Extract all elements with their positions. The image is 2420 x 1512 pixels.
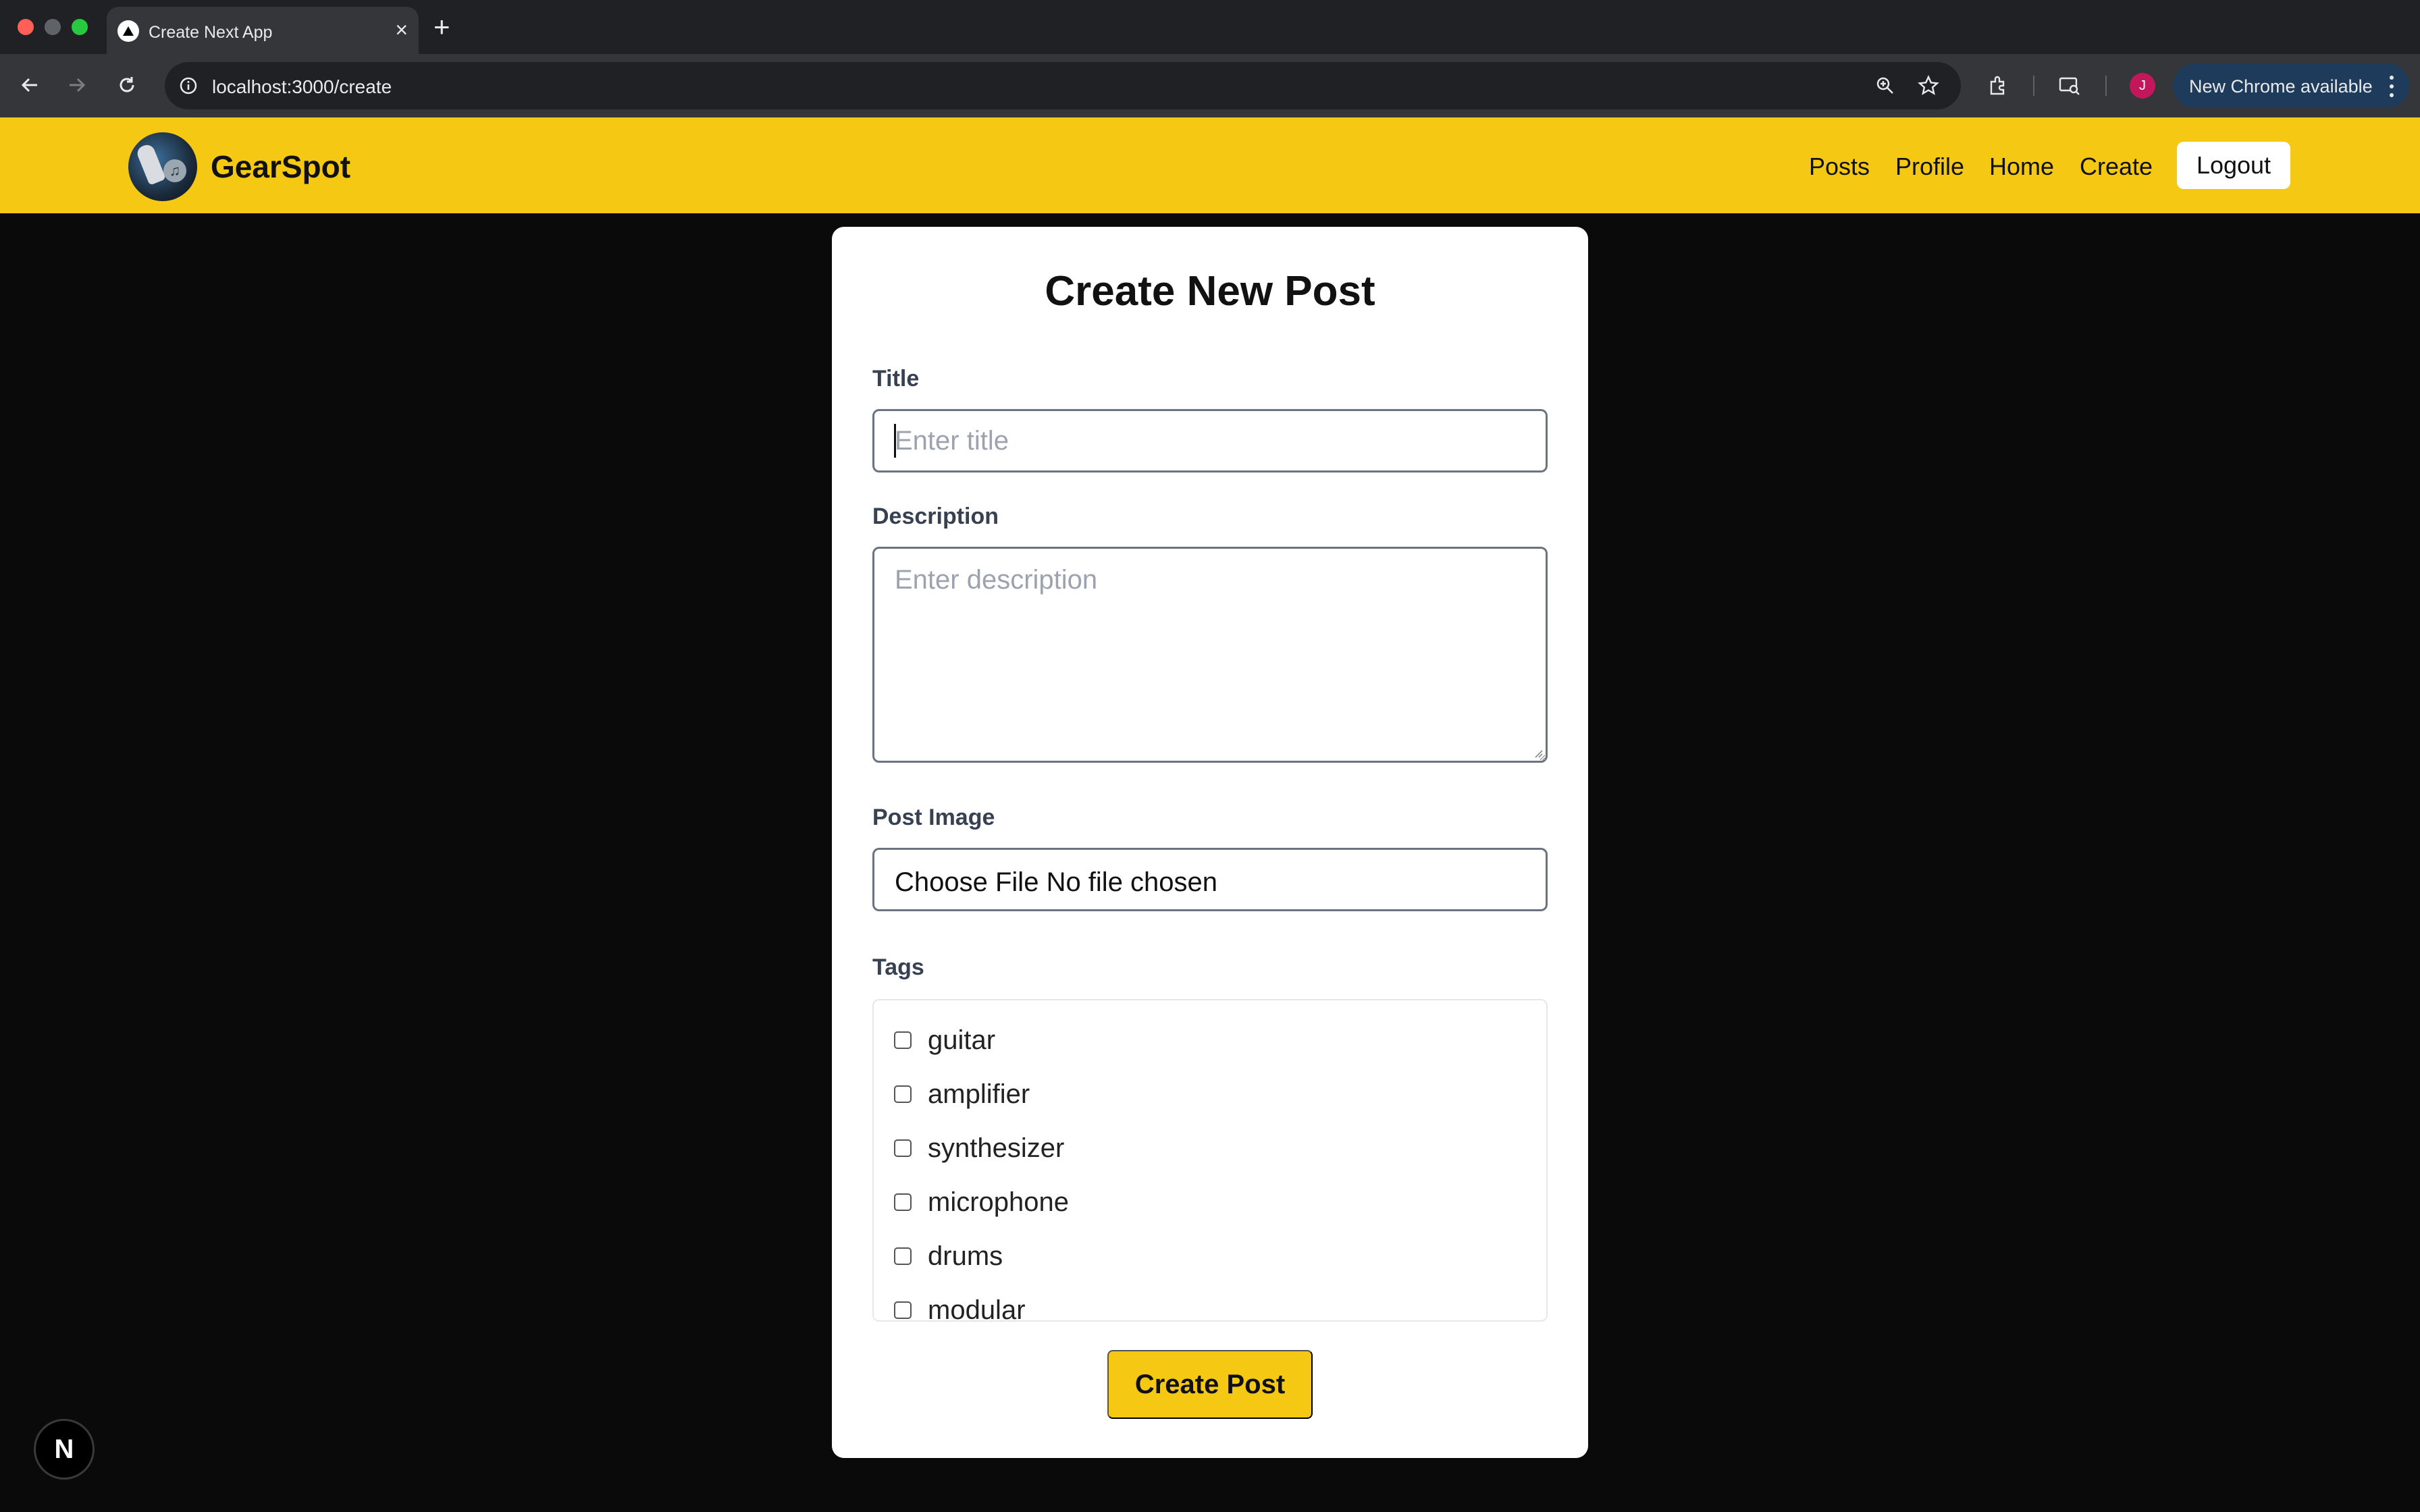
- tab-close-icon[interactable]: ×: [395, 19, 408, 40]
- site-header: ♫ GearSpot Posts Profile Home Create Log…: [0, 117, 2420, 213]
- tag-checkbox[interactable]: [894, 1031, 912, 1049]
- browser-tab[interactable]: Create Next App ×: [107, 7, 419, 54]
- nav-link-profile[interactable]: Profile: [1895, 153, 1964, 181]
- title-label: Title: [872, 366, 920, 392]
- description-label: Description: [872, 504, 999, 529]
- toolbar-divider: [2105, 76, 2107, 96]
- choose-file-button[interactable]: Choose File: [895, 867, 1038, 897]
- extensions-icon[interactable]: [1982, 70, 2014, 101]
- tag-option[interactable]: synthesizer: [894, 1131, 1064, 1165]
- post-image-label: Post Image: [872, 805, 995, 830]
- window-close-button[interactable]: [18, 19, 34, 35]
- tab-search-icon[interactable]: [2054, 70, 2085, 101]
- update-label: New Chrome available: [2189, 76, 2373, 97]
- tag-option[interactable]: drums: [894, 1239, 1003, 1273]
- profile-avatar[interactable]: J: [2130, 73, 2155, 99]
- site-info-icon[interactable]: [173, 70, 204, 101]
- tag-checkbox[interactable]: [894, 1139, 912, 1157]
- nav-link-posts[interactable]: Posts: [1809, 153, 1870, 181]
- tag-label: synthesizer: [928, 1133, 1065, 1163]
- tags-label: Tags: [872, 954, 924, 980]
- logout-button[interactable]: Logout: [2177, 142, 2290, 189]
- browser-tabstrip: Create Next App × +: [0, 0, 2420, 54]
- window-zoom-button[interactable]: [72, 19, 88, 35]
- post-image-file-input[interactable]: Choose File No file chosen: [872, 848, 1548, 911]
- new-tab-button[interactable]: +: [433, 9, 450, 45]
- text-caret: [894, 424, 896, 458]
- tags-list[interactable]: guitar amplifier synthesizer microphone …: [872, 999, 1548, 1322]
- reload-icon[interactable]: [112, 70, 142, 100]
- forward-arrow-icon[interactable]: [62, 70, 92, 100]
- tab-title: Create Next App: [149, 23, 273, 42]
- music-note-icon: ♫: [163, 159, 186, 182]
- tag-checkbox[interactable]: [894, 1301, 912, 1319]
- tag-option[interactable]: microphone: [894, 1185, 1069, 1219]
- toolbar-divider: [2033, 76, 2034, 96]
- nav-link-create[interactable]: Create: [2080, 153, 2153, 181]
- description-textarea[interactable]: [872, 547, 1548, 763]
- tag-option[interactable]: amplifier: [894, 1077, 1030, 1111]
- file-input-text: Choose File No file chosen: [895, 867, 1217, 898]
- tag-checkbox[interactable]: [894, 1247, 912, 1265]
- browser-toolbar: localhost:3000/create J New Chrome avail…: [0, 54, 2420, 117]
- address-bar[interactable]: localhost:3000/create: [165, 62, 1961, 109]
- chrome-menu-icon[interactable]: [2385, 73, 2398, 100]
- zoom-icon[interactable]: [1870, 71, 1900, 101]
- tag-label: drums: [928, 1241, 1003, 1271]
- url-text: localhost:3000/create: [212, 76, 392, 97]
- nextjs-dev-indicator[interactable]: N: [34, 1419, 95, 1480]
- tag-label: guitar: [928, 1025, 996, 1055]
- nav-link-home[interactable]: Home: [1989, 153, 2054, 181]
- guitarist-figure-icon: [135, 142, 166, 186]
- tag-label: amplifier: [928, 1079, 1030, 1109]
- tag-option[interactable]: modular: [894, 1293, 1026, 1322]
- tag-checkbox[interactable]: [894, 1085, 912, 1103]
- bookmark-star-icon[interactable]: [1914, 71, 1943, 101]
- create-post-card: Create New Post Title Description Post I…: [832, 227, 1588, 1458]
- gearspot-logo[interactable]: ♫: [128, 132, 197, 201]
- resize-grip-icon[interactable]: [1533, 748, 1544, 759]
- tag-label: modular: [928, 1295, 1026, 1322]
- back-arrow-icon[interactable]: [15, 70, 45, 100]
- tag-label: microphone: [928, 1187, 1070, 1217]
- brand-name[interactable]: GearSpot: [211, 148, 350, 185]
- window-minimize-button[interactable]: [45, 19, 61, 35]
- title-input[interactable]: [872, 409, 1548, 473]
- new-chrome-available-button[interactable]: New Chrome available: [2173, 63, 2409, 108]
- tag-checkbox[interactable]: [894, 1193, 912, 1211]
- tag-option[interactable]: guitar: [894, 1023, 995, 1057]
- nextjs-favicon-icon: [117, 20, 139, 42]
- file-status: No file chosen: [1046, 867, 1218, 897]
- page-title: Create New Post: [1045, 268, 1375, 315]
- create-post-button[interactable]: Create Post: [1107, 1350, 1313, 1419]
